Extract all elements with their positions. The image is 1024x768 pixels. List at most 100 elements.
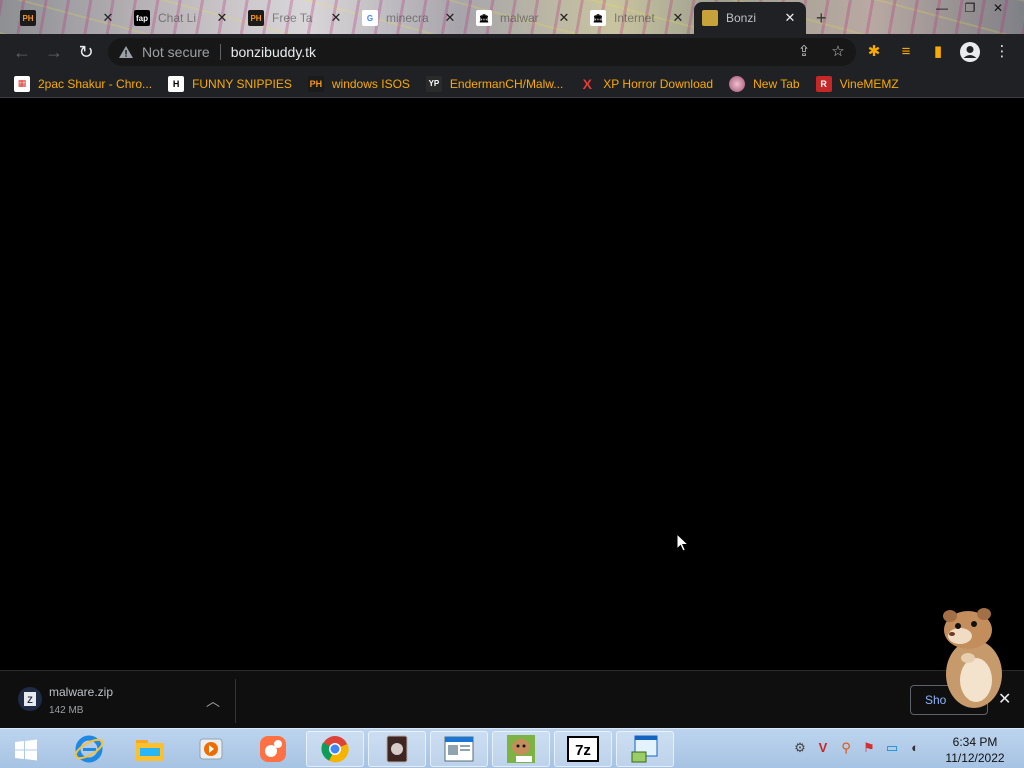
tab-1[interactable]: PH ✕	[12, 4, 124, 32]
red-x-icon: X	[582, 75, 592, 92]
security-label[interactable]: Not secure	[142, 44, 210, 60]
flag-icon[interactable]: ⚑	[861, 739, 877, 757]
close-icon[interactable]: ✕	[100, 10, 116, 26]
bookmark-2pac[interactable]: ▦ 2pac Shakur - Chro...	[14, 75, 153, 92]
close-icon[interactable]: ✕	[328, 10, 344, 26]
bookmark-vinememz[interactable]: R VineMEMZ	[815, 75, 899, 92]
bookmark-label: 2pac Shakur - Chro...	[38, 76, 153, 91]
tab-active-bonzi[interactable]: Bonzi ✕	[694, 2, 806, 34]
google-favicon-icon: G	[362, 10, 378, 26]
screen: PH ✕ fap Chat Li ✕ PH Free Ta ✕ G minecr…	[0, 0, 1024, 768]
tab-title: Free Ta	[272, 11, 313, 25]
network-tool-icon[interactable]: ⚙	[792, 739, 808, 757]
window-controls: — ❐ ✕	[928, 0, 1012, 18]
toolbar-right: ✱ ≡ ▮ ⋮	[862, 38, 1014, 66]
omnibox-actions: ⇪ ☆	[794, 42, 848, 62]
maximize-icon[interactable]: ❐	[956, 0, 984, 18]
tab-strip: PH ✕ fap Chat Li ✕ PH Free Ta ✕ G minecr…	[0, 0, 1024, 34]
taskbar-document-app[interactable]	[430, 731, 488, 767]
taskbar-chrome[interactable]	[306, 731, 364, 767]
taskbar-card-app[interactable]	[368, 731, 426, 767]
address-bar[interactable]: Not secure bonzibuddy.tk ⇪ ☆	[108, 38, 856, 66]
chevron-up-icon[interactable]: ︿	[206, 691, 220, 711]
bookmark-endermanch[interactable]: YP EndermanCH/Malw...	[425, 75, 563, 92]
chrome-icon	[321, 736, 349, 763]
download-item[interactable]: Z malware.zip 142 MB ︿	[14, 679, 236, 723]
extensions-icon[interactable]: ✱	[862, 38, 886, 66]
chrome-web-store-icon: ▦	[14, 75, 30, 92]
taskbar-bonzi-box[interactable]	[492, 731, 550, 767]
bookmark-funny-snippies[interactable]: H FUNNY SNIPPIES	[168, 75, 292, 92]
card-game-icon	[386, 735, 408, 763]
clock-date: 11/12/2022	[945, 751, 1005, 765]
minimize-icon[interactable]: —	[928, 0, 956, 18]
forward-icon[interactable]: →	[38, 36, 70, 68]
bookmark-star-icon[interactable]: ☆	[828, 42, 848, 62]
close-icon[interactable]: ✕	[442, 10, 458, 26]
side-panel-icon[interactable]: ▮	[926, 38, 950, 66]
zip-file-icon: Z	[18, 687, 42, 711]
bookmark-label: XP Horror Download	[603, 76, 714, 91]
taskbar-internet-explorer[interactable]	[60, 731, 118, 767]
windows-taskbar: 7z ⚙ V ⚲ ⚑ ▭ ◐ 6:34 PM 11/12/2022	[0, 728, 1024, 768]
windows-start-icon[interactable]	[14, 738, 38, 762]
pornhub-favicon-icon: PH	[20, 10, 36, 26]
page-content[interactable]	[0, 99, 1024, 670]
bookmark-windows-isos[interactable]: PH windows ISOS	[307, 75, 410, 92]
close-icon[interactable]: ✕	[782, 10, 798, 26]
warning-icon[interactable]	[118, 44, 134, 60]
tab-title: minecra	[386, 11, 429, 25]
7zip-icon: 7z	[567, 736, 599, 762]
media-control-icon[interactable]: ≡	[894, 38, 918, 66]
browser-toolbar: ← → ↻ Not secure bonzibuddy.tk ⇪ ☆ ✱ ≡ ▮…	[0, 34, 1024, 70]
close-icon[interactable]: ✕	[556, 10, 572, 26]
bookmark-xp-horror[interactable]: X XP Horror Download	[579, 75, 714, 92]
profile-avatar-icon[interactable]	[958, 38, 982, 66]
taskbar-installer[interactable]	[616, 731, 674, 767]
bookmark-label: New Tab	[753, 76, 800, 91]
taskbar-clock[interactable]: 6:34 PM 11/12/2022	[940, 734, 1010, 766]
media-player-icon	[199, 738, 223, 760]
tab-2[interactable]: fap Chat Li ✕	[126, 4, 238, 32]
installer-window-icon	[631, 735, 658, 763]
tab-4[interactable]: G minecra ✕	[354, 4, 466, 32]
close-icon[interactable]: ✕	[214, 10, 230, 26]
reload-icon[interactable]: ↻	[70, 36, 102, 68]
new-tab-icon[interactable]: +	[816, 8, 827, 29]
fap-favicon-icon: fap	[134, 10, 150, 26]
share-icon[interactable]: ⇪	[794, 42, 814, 62]
search-tool-icon[interactable]: ⚲	[838, 739, 854, 757]
hamster-assistant-icon[interactable]	[938, 606, 1008, 710]
new-tab-ball-icon	[729, 75, 746, 92]
download-shelf: Z malware.zip 142 MB ︿ Sho ✕	[0, 670, 1024, 728]
menu-kebab-icon[interactable]: ⋮	[990, 38, 1014, 66]
monitor-icon[interactable]: ▭	[884, 739, 900, 757]
svg-text:Z: Z	[27, 695, 33, 705]
pornhub-favicon-icon: PH	[248, 10, 264, 26]
tab-title: malwar	[500, 11, 539, 25]
back-icon[interactable]: ←	[6, 36, 38, 68]
tab-5[interactable]: 🏛 malwar ✕	[468, 4, 580, 32]
internet-explorer-icon	[74, 735, 104, 763]
internet-archive-favicon-icon: 🏛	[590, 10, 606, 26]
uc-browser-icon	[260, 736, 286, 762]
tab-6[interactable]: 🏛 Internet ✕	[582, 4, 694, 32]
close-icon[interactable]: ✕	[670, 10, 686, 26]
taskbar-7zip[interactable]: 7z	[554, 731, 612, 767]
taskbar-media-player[interactable]	[182, 731, 240, 767]
antivirus-v-icon[interactable]: V	[815, 739, 831, 757]
tab-3[interactable]: PH Free Ta ✕	[240, 4, 352, 32]
taskbar-uc-browser[interactable]	[244, 731, 302, 767]
url-text[interactable]: bonzibuddy.tk	[231, 44, 316, 60]
bookmark-label: FUNNY SNIPPIES	[192, 76, 292, 91]
mouse-cursor-icon	[676, 533, 690, 552]
svg-text:7z: 7z	[575, 742, 591, 759]
close-window-icon[interactable]: ✕	[984, 0, 1012, 18]
bookmark-new-tab[interactable]: New Tab	[729, 75, 800, 92]
taskbar-file-explorer[interactable]	[121, 731, 179, 767]
document-window-icon	[444, 736, 474, 762]
hamster-box-icon	[507, 735, 535, 763]
volume-icon[interactable]: ◐	[907, 739, 923, 757]
tab-title: Chat Li	[158, 11, 197, 25]
bonzi-favicon-icon	[702, 10, 718, 26]
